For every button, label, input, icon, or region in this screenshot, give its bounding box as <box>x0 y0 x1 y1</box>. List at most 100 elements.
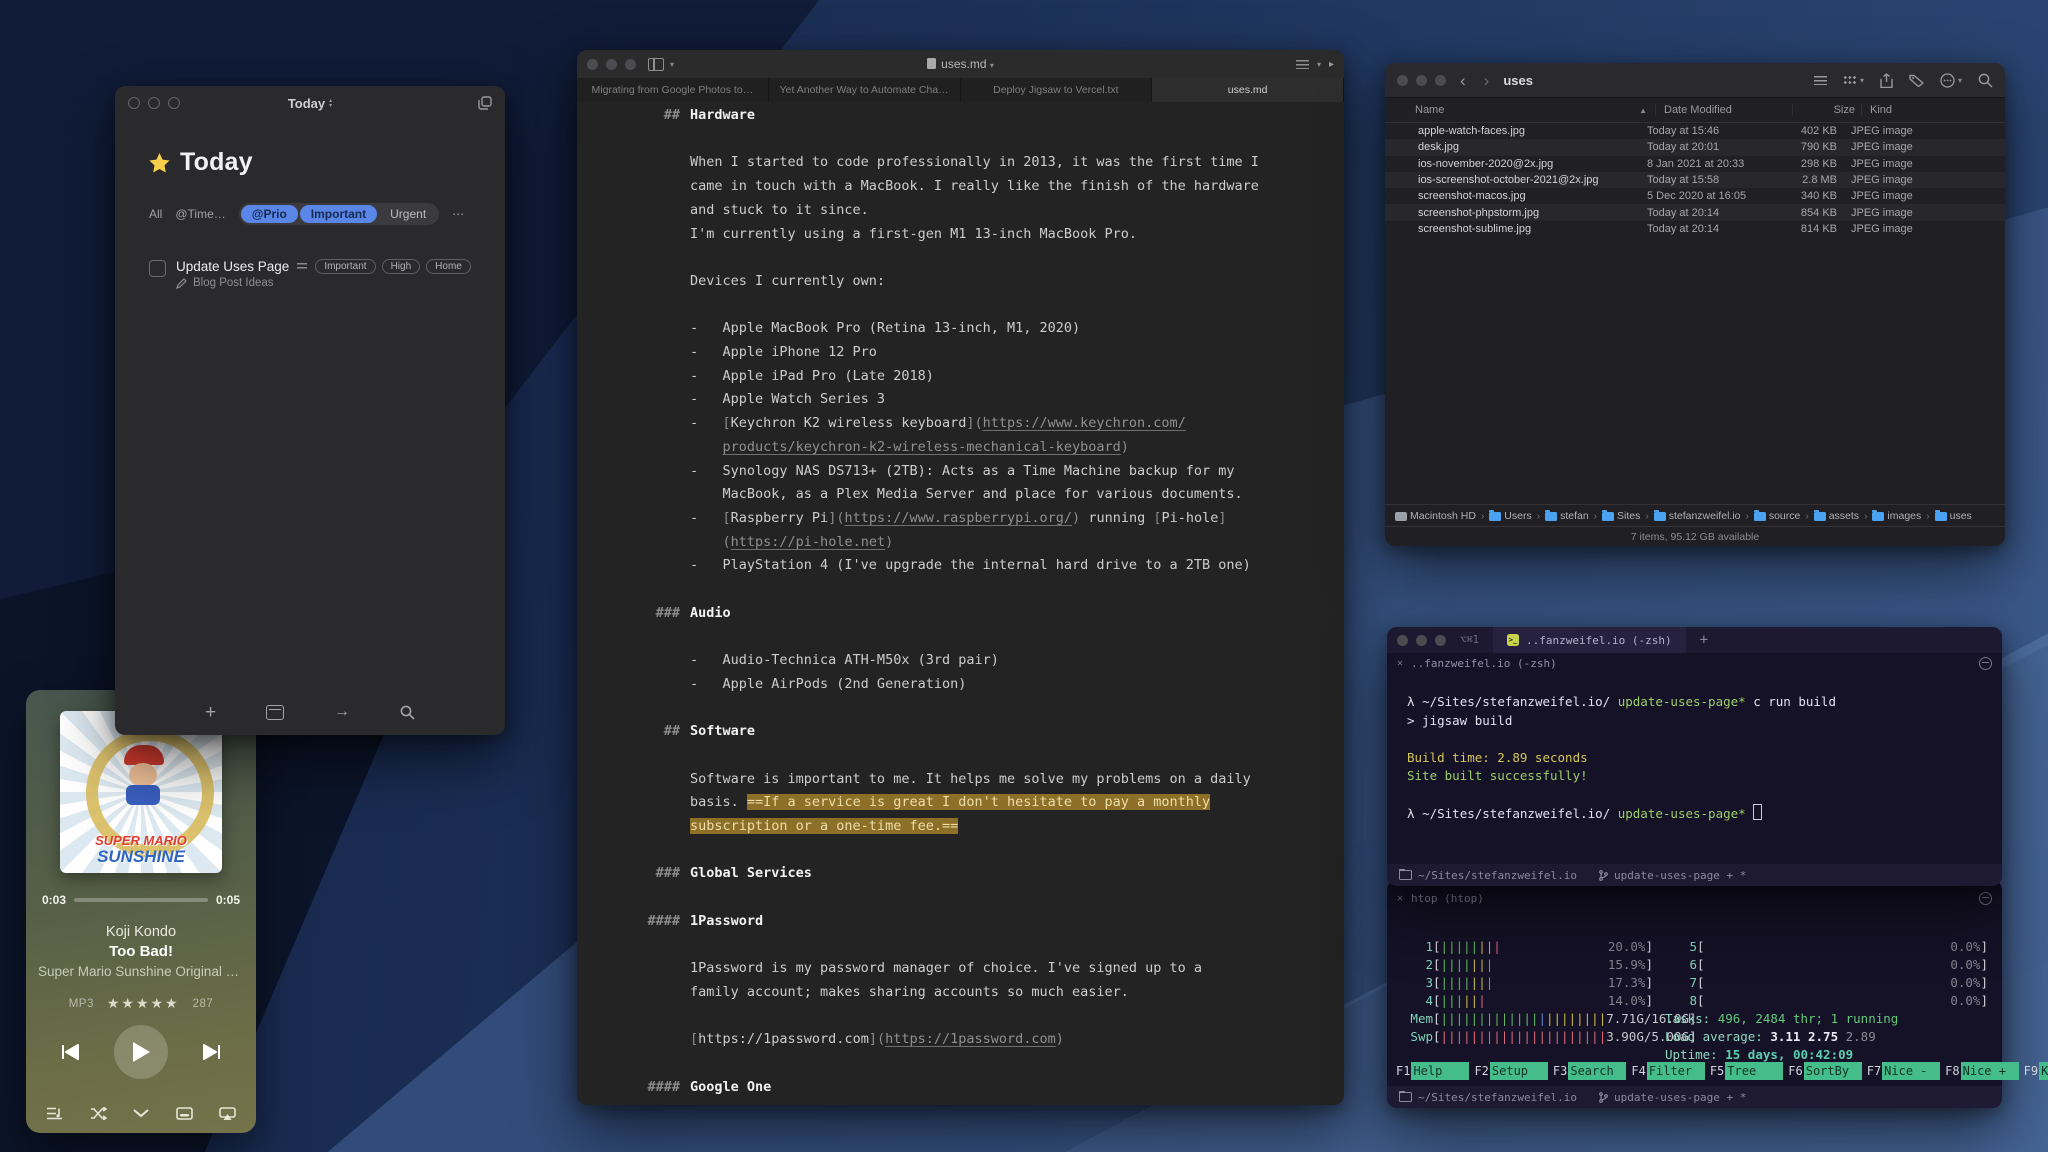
heading-hash <box>634 815 690 839</box>
filter-prio[interactable]: @Prio <box>241 205 298 223</box>
zoom-button[interactable] <box>1435 75 1446 86</box>
close-pane-icon[interactable]: ✕ <box>1397 658 1403 669</box>
path-item-source[interactable]: source <box>1754 510 1801 522</box>
fkey-kill[interactable]: F9Kill <box>2019 1062 2048 1080</box>
search-icon[interactable] <box>1978 73 1993 88</box>
htop-function-keys: F1HelpF2SetupF3SearchF4FilterF5TreeF6Sor… <box>1391 1062 1998 1080</box>
path-item-stefan[interactable]: stefan <box>1545 510 1589 522</box>
path-item-uses[interactable]: uses <box>1935 510 1972 522</box>
table-row[interactable]: screenshot-macos.jpg5 Dec 2020 at 16:053… <box>1385 188 2005 204</box>
list-view-icon[interactable] <box>1814 76 1827 85</box>
doc-link[interactable]: https://pi-hole.net <box>731 534 885 550</box>
group-by-icon[interactable]: ▾ <box>1843 75 1864 85</box>
fkey-nice[interactable]: F8Nice + <box>1940 1062 2018 1080</box>
tab-uses-md[interactable]: uses.md <box>1152 78 1344 102</box>
new-todo-button[interactable]: + <box>205 703 216 722</box>
close-button[interactable] <box>1397 75 1408 86</box>
previous-track-button[interactable] <box>60 1044 80 1060</box>
column-header-size[interactable]: Size <box>1792 104 1861 116</box>
window-controls[interactable] <box>1397 635 1446 646</box>
tag-icon[interactable] <box>1909 74 1924 87</box>
fkey-nice[interactable]: F7Nice - <box>1862 1062 1940 1080</box>
doc-line: and stuck to it since. <box>634 199 1316 223</box>
doc-link[interactable]: products/keychron-k2-wireless-mechanical… <box>723 439 1121 455</box>
terminal-output[interactable]: λ ~/Sites/stefanzweifel.io/ update-uses-… <box>1387 673 2002 824</box>
path-item-images[interactable]: images <box>1872 510 1921 522</box>
meter-bar: | <box>1546 1011 1554 1026</box>
tab-migrating-from-google-photos-to[interactable]: Migrating from Google Photos to… <box>577 78 769 102</box>
doc-link[interactable]: https://www.keychron.com/ <box>983 415 1186 431</box>
todo-checkbox[interactable] <box>149 260 166 277</box>
finder-toolbar[interactable]: ‹ › uses ▾ ▾ <box>1385 63 2005 98</box>
filter-all[interactable]: All <box>149 207 162 221</box>
column-header-name[interactable]: Name▲ <box>1385 104 1655 116</box>
fkey-filter[interactable]: F4Filter <box>1626 1062 1704 1080</box>
filter-important[interactable]: Important <box>300 205 377 223</box>
queue-icon[interactable] <box>46 1107 63 1120</box>
meter-bar: | <box>1441 957 1449 972</box>
banner-icon[interactable] <box>176 1107 193 1120</box>
path-item-macintosh-hd[interactable]: Macintosh HD <box>1395 510 1476 522</box>
file-name: desk.jpg <box>1418 141 1459 153</box>
calendar-button[interactable] <box>266 705 284 720</box>
path-item-assets[interactable]: assets <box>1814 510 1859 522</box>
search-button[interactable] <box>400 705 415 720</box>
zoom-button[interactable] <box>1435 635 1446 646</box>
new-tab-button[interactable]: + <box>1700 632 1708 648</box>
next-track-button[interactable] <box>202 1044 222 1060</box>
terminal-tabbar[interactable]: ⌥⌘1 >_ ..fanzweifel.io (-zsh) + <box>1387 627 2002 653</box>
star-icon <box>149 153 170 173</box>
column-header-kind[interactable]: Kind <box>1861 104 2005 116</box>
shuffle-icon[interactable] <box>90 1107 107 1120</box>
filter-more-button[interactable]: ⋯ <box>452 207 464 221</box>
terminal-tab[interactable]: >_ ..fanzweifel.io (-zsh) <box>1493 627 1686 653</box>
play-button[interactable] <box>114 1025 168 1079</box>
doc-link[interactable]: https://www.raspberrypi.org/ <box>844 510 1072 526</box>
path-item-stefanzweifel-io[interactable]: stefanzweifel.io <box>1654 510 1741 522</box>
doc-line: 1Password is my password manager of choi… <box>634 957 1316 981</box>
minimize-pane-icon[interactable] <box>1979 657 1992 670</box>
table-row[interactable]: ios-screenshot-october-2021@2x.jpgToday … <box>1385 172 2005 188</box>
minimize-button[interactable] <box>1416 635 1427 646</box>
todo-item[interactable]: Update Uses Page ImportantHighHome Blog … <box>149 259 471 289</box>
back-button[interactable]: ‹ <box>1460 72 1466 89</box>
doc-link[interactable]: https://1password.com <box>885 1031 1056 1047</box>
table-row[interactable]: ios-november-2020@2x.jpg8 Jan 2021 at 20… <box>1385 156 2005 172</box>
close-button[interactable] <box>1397 635 1408 646</box>
share-icon[interactable] <box>1880 73 1893 88</box>
file-size: 2.8 MB <box>1775 174 1843 186</box>
progress-bar[interactable] <box>74 898 208 902</box>
close-pane-icon[interactable]: ✕ <box>1397 893 1403 904</box>
fkey-help[interactable]: F1Help <box>1391 1062 1469 1080</box>
more-actions-icon[interactable]: ▾ <box>1940 73 1962 88</box>
meter-bar: | <box>1456 957 1464 972</box>
markdown-document[interactable]: ##HardwareWhen I started to code profess… <box>577 102 1344 1099</box>
path-item-users[interactable]: Users <box>1489 510 1531 522</box>
table-row[interactable]: apple-watch-faces.jpgToday at 15:46402 K… <box>1385 123 2005 139</box>
fkey-sortby[interactable]: F6SortBy <box>1783 1062 1861 1080</box>
git-branch-icon <box>1599 870 1608 881</box>
fkey-search[interactable]: F3Search <box>1548 1062 1626 1080</box>
rating-stars[interactable]: ★★★★★ <box>107 996 180 1012</box>
table-row[interactable]: screenshot-phpstorm.jpgToday at 20:14854… <box>1385 204 2005 220</box>
window-controls[interactable] <box>1397 75 1446 86</box>
forward-button[interactable]: › <box>1484 72 1490 89</box>
column-header-date[interactable]: Date Modified <box>1655 104 1792 116</box>
airplay-icon[interactable] <box>219 1107 236 1120</box>
heading-hash <box>634 933 690 957</box>
collapse-icon[interactable] <box>133 1109 149 1118</box>
fkey-tree[interactable]: F5Tree <box>1705 1062 1783 1080</box>
filter-time[interactable]: @Time… <box>175 207 225 221</box>
minimize-button[interactable] <box>1416 75 1427 86</box>
table-row[interactable]: screenshot-sublime.jpgToday at 20:14814 … <box>1385 221 2005 237</box>
editor-titlebar[interactable]: ▾ uses.md ▾ ▾ ▸ <box>577 50 1344 78</box>
table-row[interactable]: desk.jpgToday at 20:01790 KBJPEG image <box>1385 139 2005 155</box>
path-item-sites[interactable]: Sites <box>1602 510 1640 522</box>
minimize-pane-icon[interactable] <box>1979 892 1992 905</box>
tab-yet-another-way-to-automate-cha[interactable]: Yet Another Way to Automate Cha… <box>769 78 961 102</box>
tab-deploy-jigsaw-to-vercel-txt[interactable]: Deploy Jigsaw to Vercel.txt <box>961 78 1153 102</box>
things-titlebar[interactable]: Today▴▾ <box>115 86 505 120</box>
move-button[interactable]: → <box>334 704 350 720</box>
fkey-setup[interactable]: F2Setup <box>1469 1062 1547 1080</box>
filter-urgent[interactable]: Urgent <box>379 205 437 223</box>
